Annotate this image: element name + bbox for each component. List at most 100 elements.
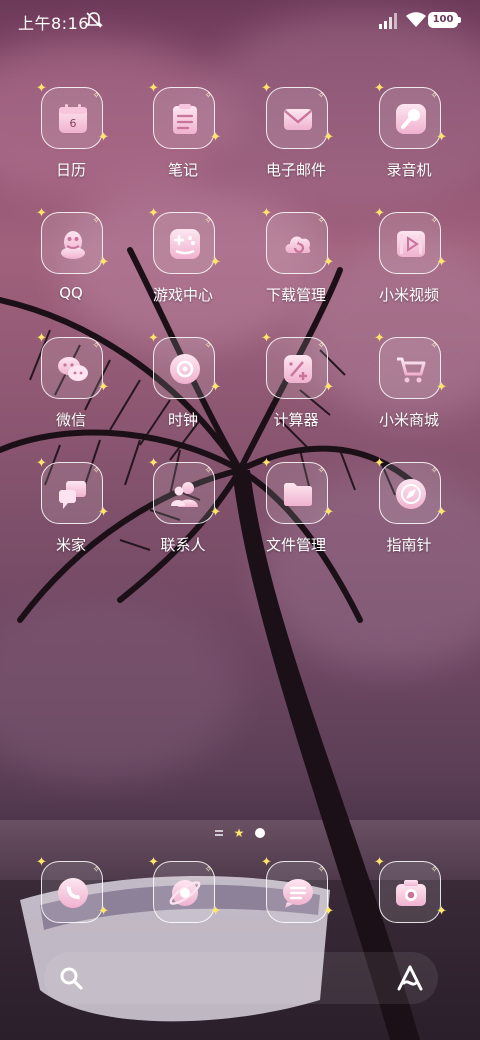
app-icon-tile[interactable]: ✦ ✦ ✧ xyxy=(374,856,447,923)
video-icon xyxy=(397,231,425,257)
app-icon-tile[interactable]: ✦ ✦ ✧ xyxy=(148,332,221,399)
sparkle-decoration: ✦ xyxy=(374,206,385,221)
app-calendar[interactable]: 6 ✦ ✦ ✧ 日历 xyxy=(16,82,126,197)
sparkle-decoration: ✧ xyxy=(204,341,212,351)
compass-icon xyxy=(396,479,426,509)
sparkle-decoration: ✧ xyxy=(430,865,438,875)
sparkle-decoration: ✦ xyxy=(148,855,159,870)
sparkle-decoration: ✧ xyxy=(204,91,212,101)
app-label: 计算器 xyxy=(273,411,319,429)
sparkle-decoration: ✦ xyxy=(261,81,272,96)
app-label: 小米商城 xyxy=(378,411,439,429)
sparkle-decoration: ✧ xyxy=(317,466,325,476)
sparkle-decoration: ✦ xyxy=(36,331,47,346)
calendar-icon: 6 xyxy=(59,104,87,133)
app-icon-tile[interactable]: ✦ ✦ ✧ xyxy=(36,856,109,923)
app-icon-tile[interactable]: ✦ ✦ ✧ xyxy=(261,332,334,399)
app-gamepad[interactable]: ✦ ✦ ✧ 游戏中心 xyxy=(128,207,238,322)
app-icon-tile[interactable]: ✦ ✦ ✧ xyxy=(36,457,109,524)
app-label: 小米视频 xyxy=(378,286,439,304)
sparkle-decoration: ✦ xyxy=(436,904,447,919)
sparkle-decoration: ✧ xyxy=(317,216,325,226)
page-indicator-star-icon[interactable]: ★ xyxy=(234,826,245,840)
chat-bubbles-icon xyxy=(59,481,86,509)
app-icon-tile[interactable]: 6 ✦ ✦ ✧ xyxy=(36,82,109,149)
app-label: 游戏中心 xyxy=(152,286,213,304)
app-cloud-download[interactable]: ✦ ✦ ✧ 下载管理 xyxy=(241,207,351,322)
app-icon-tile[interactable]: ✦ ✦ ✧ xyxy=(36,207,109,274)
app-label: 指南针 xyxy=(386,536,432,554)
app-notes[interactable]: ✦ ✦ ✧ 笔记 xyxy=(128,82,238,197)
status-time: 上午8:16 xyxy=(18,14,89,33)
app-icon-tile[interactable]: ✦ ✦ ✧ xyxy=(261,856,334,923)
sparkle-decoration: ✦ xyxy=(210,130,221,145)
sparkle-decoration: ✦ xyxy=(210,505,221,520)
cloud-download-icon xyxy=(285,236,311,254)
app-compass[interactable]: ✦ ✦ ✧ 指南针 xyxy=(354,457,464,572)
sparkle-decoration: ✦ xyxy=(148,331,159,346)
app-contacts[interactable]: ✦ ✦ ✧ 联系人 xyxy=(128,457,238,572)
ai-assistant-icon[interactable] xyxy=(396,964,424,992)
sparkle-decoration: ✦ xyxy=(36,206,47,221)
sparkle-decoration: ✦ xyxy=(436,505,447,520)
app-folder[interactable]: ✦ ✦ ✧ 文件管理 xyxy=(241,457,351,572)
sparkle-decoration: ✦ xyxy=(323,130,334,145)
app-icon-tile[interactable]: ✦ ✦ ✧ xyxy=(261,207,334,274)
app-label: 微信 xyxy=(55,411,86,429)
camera-icon xyxy=(396,880,426,906)
app-mail[interactable]: ✦ ✦ ✧ 电子邮件 xyxy=(241,82,351,197)
app-label: 联系人 xyxy=(160,536,206,554)
app-video[interactable]: ✦ ✦ ✧ 小米视频 xyxy=(354,207,464,322)
app-qq-penguin[interactable]: ✦ ✦ ✧ QQ xyxy=(16,207,126,322)
sparkle-decoration: ✦ xyxy=(436,130,447,145)
app-icon-tile[interactable]: ✦ ✦ ✧ xyxy=(374,82,447,149)
app-icon-tile[interactable]: ✦ ✦ ✧ xyxy=(36,332,109,399)
app-icon-tile[interactable]: ✦ ✦ ✧ xyxy=(374,207,447,274)
app-icon-tile[interactable]: ✦ ✦ ✧ xyxy=(374,457,447,524)
sparkle-decoration: ✦ xyxy=(98,380,109,395)
sparkle-decoration: ✦ xyxy=(374,855,385,870)
app-icon-tile[interactable]: ✦ ✦ ✧ xyxy=(261,82,334,149)
sparkle-decoration: ✦ xyxy=(374,331,385,346)
gamepad-icon xyxy=(170,229,200,259)
app-chat-bubbles[interactable]: ✦ ✦ ✧ 米家 xyxy=(16,457,126,572)
sparkle-decoration: ✦ xyxy=(323,505,334,520)
sparkle-decoration: ✦ xyxy=(210,255,221,270)
search-bar[interactable] xyxy=(44,952,438,1004)
page-indicator-current[interactable] xyxy=(255,827,266,838)
app-icon-tile[interactable]: ✦ ✦ ✧ xyxy=(148,457,221,524)
app-icon-tile[interactable]: ✦ ✦ ✧ xyxy=(148,82,221,149)
sparkle-decoration: ✦ xyxy=(261,331,272,346)
qq-penguin-icon xyxy=(61,231,85,259)
search-icon[interactable] xyxy=(58,965,84,991)
app-shopping-cart[interactable]: ✦ ✦ ✧ 小米商城 xyxy=(354,332,464,447)
sparkle-decoration: ✦ xyxy=(148,81,159,96)
folder-icon xyxy=(284,483,312,506)
contacts-icon xyxy=(171,482,198,507)
sparkle-decoration: ✦ xyxy=(436,255,447,270)
app-label: 文件管理 xyxy=(265,536,326,554)
app-icon-tile[interactable]: ✦ ✦ ✧ xyxy=(148,207,221,274)
clock-icon xyxy=(170,354,200,384)
app-microphone[interactable]: ✦ ✦ ✧ 录音机 xyxy=(354,82,464,197)
app-clock[interactable]: ✦ ✦ ✧ 时钟 xyxy=(128,332,238,447)
sparkle-decoration: ✧ xyxy=(92,91,100,101)
app-calculator[interactable]: ✦ ✦ ✧ 计算器 xyxy=(241,332,351,447)
app-icon-tile[interactable]: ✦ ✦ ✧ xyxy=(261,457,334,524)
shopping-cart-icon xyxy=(397,357,426,383)
microphone-icon xyxy=(396,104,426,134)
app-icon-tile[interactable]: ✦ ✦ ✧ xyxy=(374,332,447,399)
sparkle-decoration: ✧ xyxy=(204,216,212,226)
sparkle-decoration: ✦ xyxy=(98,130,109,145)
app-label: 录音机 xyxy=(386,161,432,179)
app-icon-tile[interactable]: ✦ ✦ ✧ xyxy=(148,856,221,923)
app-wechat[interactable]: ✦ ✦ ✧ 微信 xyxy=(16,332,126,447)
app-label: QQ xyxy=(59,284,83,302)
sparkle-decoration: ✧ xyxy=(92,466,100,476)
sparkle-decoration: ✧ xyxy=(92,341,100,351)
sparkle-decoration: ✧ xyxy=(204,865,212,875)
sparkle-decoration: ✦ xyxy=(436,380,447,395)
page-indicator-list-icon[interactable] xyxy=(214,829,223,836)
notes-icon xyxy=(173,104,197,134)
page-indicator[interactable]: ★ xyxy=(0,822,480,840)
